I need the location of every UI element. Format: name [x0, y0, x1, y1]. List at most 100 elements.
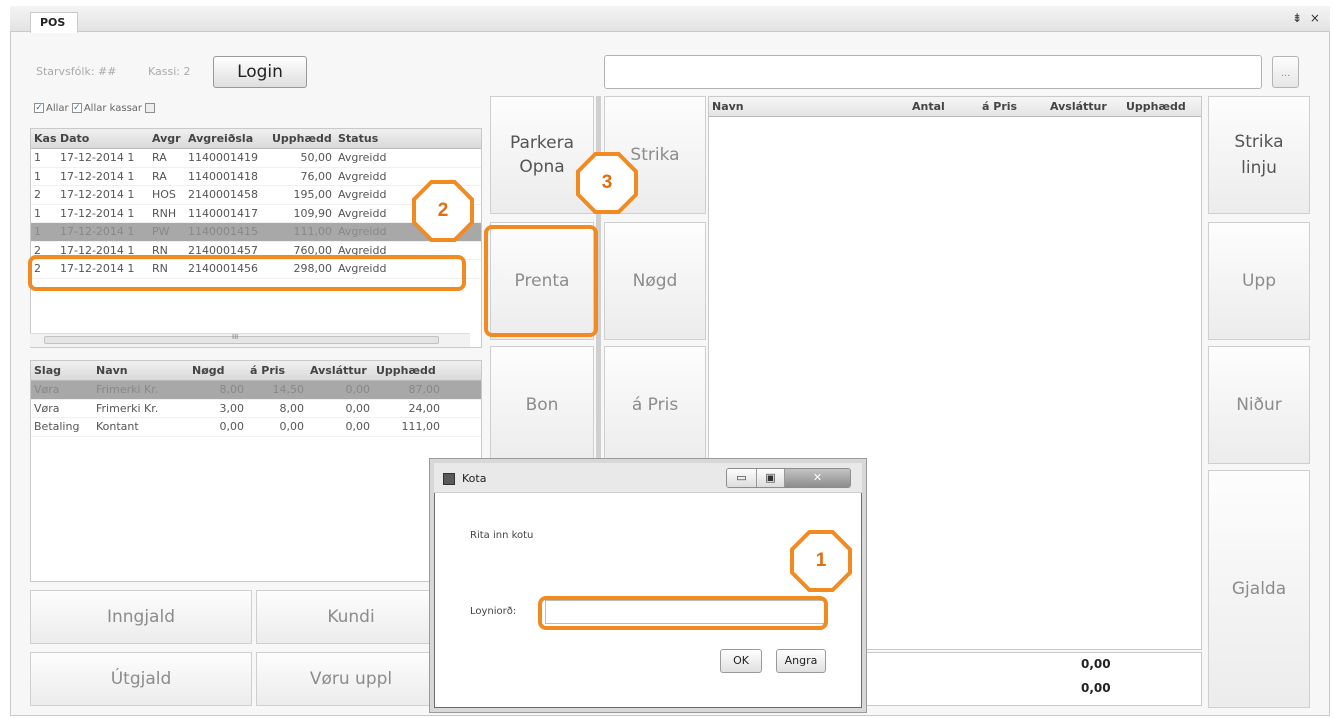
a-pris-button[interactable]: á Pris	[604, 346, 706, 464]
dialog-title: Kota	[462, 472, 487, 485]
highlight-password-field	[538, 596, 828, 630]
filter-all-tills-label: Allar kassar	[83, 103, 143, 114]
cancel-button[interactable]: Angra	[776, 649, 826, 673]
table-row[interactable]: 1 17-12-2014 1 RA 1140001418 76,00 Avgreidd	[31, 168, 481, 186]
cell-nogd: 3,00	[219, 401, 245, 415]
cart-col-upphaedd[interactable]: Upphædd	[1123, 100, 1193, 113]
dialog-window-controls: ▭ ▣ ✕	[726, 468, 851, 488]
kundi-button[interactable]: Kundi	[256, 590, 446, 644]
cart-grid-header: Navn Antal á Pris Avsláttur Upphædd	[709, 97, 1201, 117]
maximize-icon[interactable]: ▣	[757, 469, 785, 487]
lines-grid-header: Slag Navn Nøgd á Pris Avsláttur Upphædd	[31, 361, 481, 381]
table-row[interactable]: 1 17-12-2014 1 RA 1140001419 50,00 Avgreidd	[31, 149, 481, 168]
receipt-lines-grid: Slag Navn Nøgd á Pris Avsláttur Upphædd …	[30, 360, 482, 582]
col-avslattur[interactable]: Avsláttur	[307, 364, 373, 377]
step-3-label: 3	[580, 156, 634, 210]
ok-button[interactable]: OK	[720, 649, 762, 673]
voru-uppl-button[interactable]: Vøru uppl	[256, 652, 446, 706]
col-nogd[interactable]: Nøgd	[189, 364, 247, 377]
col-upphaedd[interactable]: Upphædd	[269, 132, 335, 145]
col-upphaedd[interactable]: Upphædd	[373, 364, 443, 377]
cell-kassi: 1	[34, 225, 41, 239]
filter-dropdown-icon[interactable]	[145, 103, 156, 113]
cell-avgreidsla: 1140001419	[188, 151, 258, 165]
cart-col-avslattur[interactable]: Avsláttur	[1047, 100, 1123, 113]
total-amount-2: 0,00	[1081, 681, 1111, 695]
col-avgr[interactable]: Avgr	[149, 132, 185, 145]
cell-status: Avgreidd	[338, 188, 387, 202]
cell-navn: Frimerki Kr.	[96, 383, 159, 397]
cell-slag: Vøra	[34, 383, 60, 397]
cell-avgr: RNH	[152, 206, 177, 220]
cell-dato: 17-12-2014 1	[60, 225, 135, 239]
utgjald-button[interactable]: Útgjald	[30, 652, 252, 706]
cell-dato: 17-12-2014 1	[60, 151, 135, 165]
gjalda-button[interactable]: Gjalda	[1208, 470, 1310, 708]
table-row[interactable]: 1 17-12-2014 1 PW 1140001415 111,00 Avgreidd	[31, 223, 481, 242]
table-row[interactable]: Vøra Frimerki Kr. 3,00 8,00 0,00 24,00	[31, 400, 481, 418]
cell-status: Avgreidd	[338, 151, 387, 165]
password-label: Loyniorð:	[470, 606, 517, 617]
cart-col-navn[interactable]: Navn	[709, 100, 909, 113]
window-controls[interactable]: ⇟ ×	[1292, 11, 1322, 25]
lines-rows: Vøra Frimerki Kr. 8,00 14,50 0,00 87,00 Vøra Fr…	[31, 381, 481, 437]
scroll-thumb[interactable]	[44, 336, 439, 344]
cell-upphaedd: 87,00	[408, 383, 441, 397]
col-navn[interactable]: Navn	[93, 364, 189, 377]
bon-button[interactable]: Bon	[490, 346, 594, 464]
browse-button[interactable]: ...	[1272, 56, 1299, 88]
cell-avgr: PW	[152, 225, 170, 239]
cell-a-pris: 0,00	[279, 420, 305, 434]
cell-nogd: 8,00	[219, 383, 245, 397]
parkera-opna-label: Parkera Opna	[510, 133, 574, 177]
cell-dato: 17-12-2014 1	[60, 188, 135, 202]
step-1-label: 1	[794, 534, 848, 588]
col-avgreidsla[interactable]: Avgreiðsla	[185, 132, 269, 145]
dialog-prompt: Rita inn kotu	[470, 530, 534, 541]
nidur-button[interactable]: Niður	[1208, 346, 1310, 464]
till-label: Kassi: 2	[148, 65, 191, 78]
nogd-button[interactable]: Nøgd	[604, 222, 706, 340]
checkbox-all-tills[interactable]: ✓	[71, 103, 82, 113]
upp-button[interactable]: Upp	[1208, 222, 1310, 340]
cell-avgr: RA	[152, 151, 167, 165]
checkbox-all[interactable]: ✓	[34, 103, 44, 113]
cell-avslattur: 0,00	[345, 383, 371, 397]
cart-col-antal[interactable]: Antal	[909, 100, 979, 113]
highlight-prenta-button	[484, 225, 598, 337]
filter-all-label: Allar	[46, 103, 69, 114]
login-button[interactable]: Login	[213, 56, 307, 88]
cell-status: Avgreidd	[338, 169, 387, 183]
cell-a-pris: 8,00	[279, 401, 305, 415]
cart-col-a-pris[interactable]: á Pris	[979, 100, 1047, 113]
filter-bar: ✓ Allar ✓ Allar kassar	[34, 103, 157, 114]
close-icon[interactable]: ✕	[785, 469, 850, 487]
cell-navn: Frimerki Kr.	[96, 401, 159, 415]
col-slag[interactable]: Slag	[31, 364, 93, 377]
cell-upphaedd: 109,90	[293, 206, 333, 220]
col-kassi[interactable]: Kassi	[31, 132, 57, 145]
cell-status: Avgreidd	[338, 225, 387, 239]
search-input[interactable]	[604, 55, 1262, 89]
cell-avgreidsla: 1140001418	[188, 169, 258, 183]
cell-avgr: HOS	[152, 188, 176, 202]
step-2-label: 2	[416, 184, 470, 238]
col-status[interactable]: Status	[335, 132, 395, 145]
minimize-icon[interactable]: ▭	[727, 469, 757, 487]
strika-linju-button[interactable]: Strika linju	[1208, 96, 1310, 214]
total-amount-1: 0,00	[1081, 657, 1111, 671]
col-a-pris[interactable]: á Pris	[247, 364, 307, 377]
cell-avslattur: 0,00	[345, 420, 371, 434]
cell-kassi: 2	[34, 188, 41, 202]
table-row[interactable]: Vøra Frimerki Kr. 8,00 14,50 0,00 87,00	[31, 381, 481, 400]
cell-status: Avgreidd	[338, 206, 387, 220]
tab-pos[interactable]: POS	[30, 12, 78, 33]
table-row[interactable]: Betaling Kontant 0,00 0,00 0,00 111,00	[31, 418, 481, 437]
inngjald-button[interactable]: Inngjald	[30, 590, 252, 644]
scroll-grip: III	[232, 333, 239, 341]
cell-a-pris: 14,50	[272, 383, 305, 397]
cell-kassi: 1	[34, 169, 41, 183]
col-dato[interactable]: Dato	[57, 132, 149, 145]
staff-label: Starvsfólk: ##	[36, 65, 117, 78]
highlight-selected-row	[28, 255, 466, 291]
